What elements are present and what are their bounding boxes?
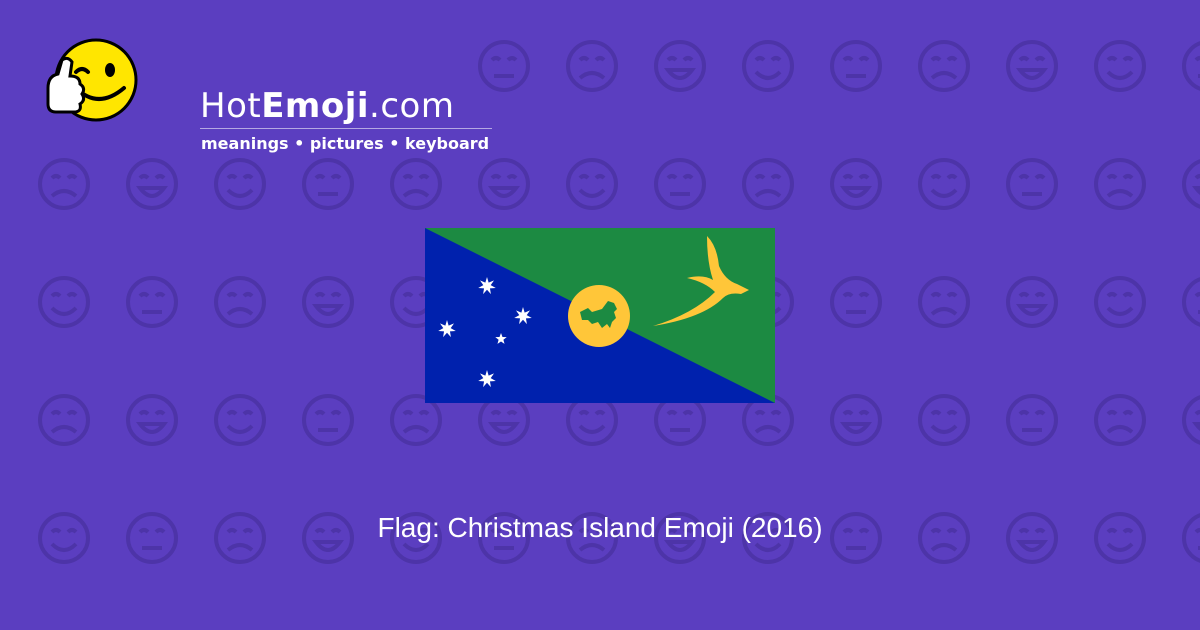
site-name: HotEmoji.com	[200, 86, 454, 130]
emoji-caption: Flag: Christmas Island Emoji (2016)	[377, 512, 823, 543]
site-name-hot: Hot	[200, 86, 262, 126]
site-logo[interactable]: HotEmoji.com meanings • pictures • keybo…	[40, 36, 492, 153]
site-tagline: meanings • pictures • keyboard	[201, 134, 490, 153]
island-map-disc	[568, 285, 630, 347]
christmas-island-flag-icon	[425, 228, 775, 403]
site-name-emoji: Emoji	[261, 86, 370, 126]
logo-divider	[200, 128, 492, 129]
site-name-domain: .com	[369, 86, 455, 126]
winking-thumbs-up-mascot-icon	[46, 38, 138, 122]
